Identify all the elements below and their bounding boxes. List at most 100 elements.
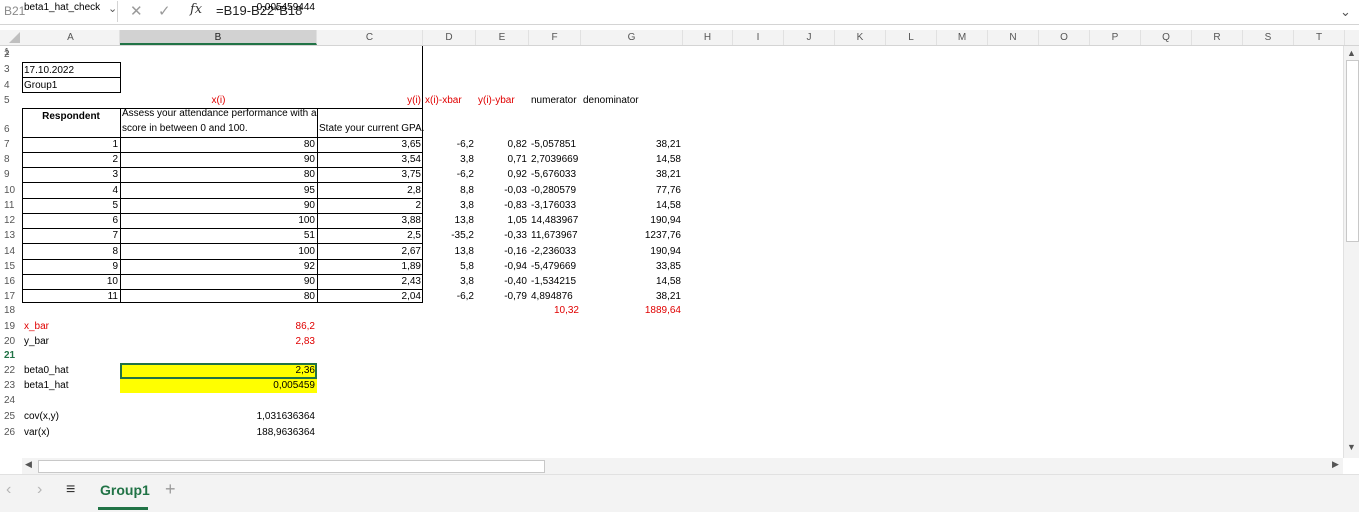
denominator-value[interactable]: 38,21 [583,137,681,152]
y-bar-value[interactable]: 2,83 [122,334,315,349]
y-deviation[interactable]: -0,40 [478,274,527,289]
gpa-value[interactable]: 1,89 [319,259,421,274]
numerator-value[interactable]: 2,7039669 [531,152,579,167]
vertical-scrollbar[interactable]: ▲ ▼ [1343,46,1359,458]
numerator-value[interactable]: -5,057851 [531,137,579,152]
y-deviation[interactable]: -0,83 [478,198,527,213]
y-deviation[interactable]: -0,94 [478,259,527,274]
gpa-header[interactable]: State your current GPA. [319,121,424,136]
select-all-corner[interactable] [0,30,22,45]
respondent-number[interactable]: 6 [24,213,118,228]
row-header-16[interactable]: 16 [0,276,20,287]
x-deviation[interactable]: 3,8 [425,274,474,289]
x-deviation[interactable]: -35,2 [425,228,474,243]
row-header-24[interactable]: 24 [0,395,20,406]
beta1-value[interactable]: 0,005459 [122,378,315,393]
numerator-value[interactable]: -5,479669 [531,259,579,274]
row-header-3[interactable]: 3 [0,64,20,75]
denominator-value[interactable]: 38,21 [583,289,681,304]
row-header-6[interactable]: 6 [0,124,20,135]
column-header-d[interactable]: D [423,30,476,45]
x-deviation[interactable]: 5,8 [425,259,474,274]
sheet-list-icon[interactable]: ≡ [66,481,75,499]
column-header-g[interactable]: G [581,30,683,45]
y-deviation[interactable]: -0,79 [478,289,527,304]
denominator-label[interactable]: denominator [583,93,659,108]
row-header-23[interactable]: 23 [0,380,20,391]
denominator-value[interactable]: 14,58 [583,152,681,167]
row-header-7[interactable]: 7 [0,139,20,150]
row-header-26[interactable]: 26 [0,427,20,438]
y-deviation[interactable]: 0,92 [478,167,527,182]
numerator-value[interactable]: 4,894876 [531,289,579,304]
gpa-value[interactable]: 2 [319,198,421,213]
x-deviation[interactable]: -6,2 [425,289,474,304]
column-header-q[interactable]: Q [1141,30,1192,45]
prev-sheet-icon[interactable]: ‹ [6,481,11,499]
column-header-m[interactable]: M [937,30,988,45]
x-deviation[interactable]: 13,8 [425,213,474,228]
expand-formula-bar-icon[interactable]: ⌄ [1340,4,1351,20]
attendance-score[interactable]: 100 [122,244,315,259]
scroll-down-icon[interactable]: ▼ [1347,442,1356,452]
date-cell[interactable]: 17.10.2022 [24,63,118,78]
column-header-h[interactable]: H [683,30,733,45]
numerator-value[interactable]: -3,176033 [531,198,579,213]
gpa-value[interactable]: 3,75 [319,167,421,182]
gpa-value[interactable]: 2,04 [319,289,421,304]
x-deviation[interactable]: 3,8 [425,198,474,213]
respondent-number[interactable]: 10 [24,274,118,289]
attendance-header-line2[interactable]: score in between 0 and 100. [122,121,315,136]
beta0-label[interactable]: beta0_hat [24,363,118,378]
scroll-left-icon[interactable]: ◀ [25,459,32,470]
row-header-8[interactable]: 8 [0,154,20,165]
column-header-c[interactable]: C [317,30,423,45]
column-header-f[interactable]: F [529,30,581,45]
column-header-e[interactable]: E [476,30,529,45]
column-header-n[interactable]: N [988,30,1039,45]
attendance-score[interactable]: 80 [122,289,315,304]
gpa-value[interactable]: 3,88 [319,213,421,228]
var-label[interactable]: var(x) [24,425,118,440]
column-header-a[interactable]: A [22,30,120,45]
column-header-o[interactable]: O [1039,30,1090,45]
beta0-value[interactable]: 2,36 [122,363,315,378]
column-header-s[interactable]: S [1243,30,1294,45]
beta1-check-value[interactable]: 0,005459444 [122,0,315,15]
denominator-value[interactable]: 14,58 [583,274,681,289]
denominator-sum[interactable]: 1889,64 [583,303,681,318]
column-header-i[interactable]: I [733,30,784,45]
respondent-number[interactable]: 7 [24,228,118,243]
y-bar-label[interactable]: y_bar [24,334,118,349]
numerator-value[interactable]: -0,280579 [531,183,579,198]
respondent-number[interactable]: 11 [24,289,118,304]
y-deviation[interactable]: 0,71 [478,152,527,167]
x-deviation[interactable]: 13,8 [425,244,474,259]
denominator-value[interactable]: 33,85 [583,259,681,274]
xdev-label[interactable]: x(i)-xbar [425,93,481,108]
respondent-number[interactable]: 5 [24,198,118,213]
respondent-number[interactable]: 4 [24,183,118,198]
scroll-right-icon[interactable]: ▶ [1332,459,1339,470]
gpa-value[interactable]: 2,67 [319,244,421,259]
beta1-check-label[interactable]: beta1_hat_check [24,0,118,15]
attendance-header-line1[interactable]: Assess your attendance performance with … [122,106,317,121]
numerator-sum[interactable]: 10,32 [531,303,579,318]
row-header-19[interactable]: 19 [0,321,20,332]
numerator-value[interactable]: 14,483967 [531,213,579,228]
attendance-score[interactable]: 100 [122,213,315,228]
row-header-4[interactable]: 4 [0,80,20,91]
column-header-k[interactable]: K [835,30,886,45]
gpa-value[interactable]: 2,8 [319,183,421,198]
horizontal-scroll-thumb[interactable] [38,460,545,473]
row-header-5[interactable]: 5 [0,95,20,106]
add-sheet-icon[interactable]: + [165,479,176,500]
denominator-value[interactable]: 14,58 [583,198,681,213]
numerator-label[interactable]: numerator [531,93,587,108]
gpa-value[interactable]: 3,54 [319,152,421,167]
row-header-11[interactable]: 11 [0,200,20,211]
next-sheet-icon[interactable]: › [37,481,42,499]
cov-label[interactable]: cov(x,y) [24,409,118,424]
numerator-value[interactable]: -5,676033 [531,167,579,182]
column-header-l[interactable]: L [886,30,937,45]
